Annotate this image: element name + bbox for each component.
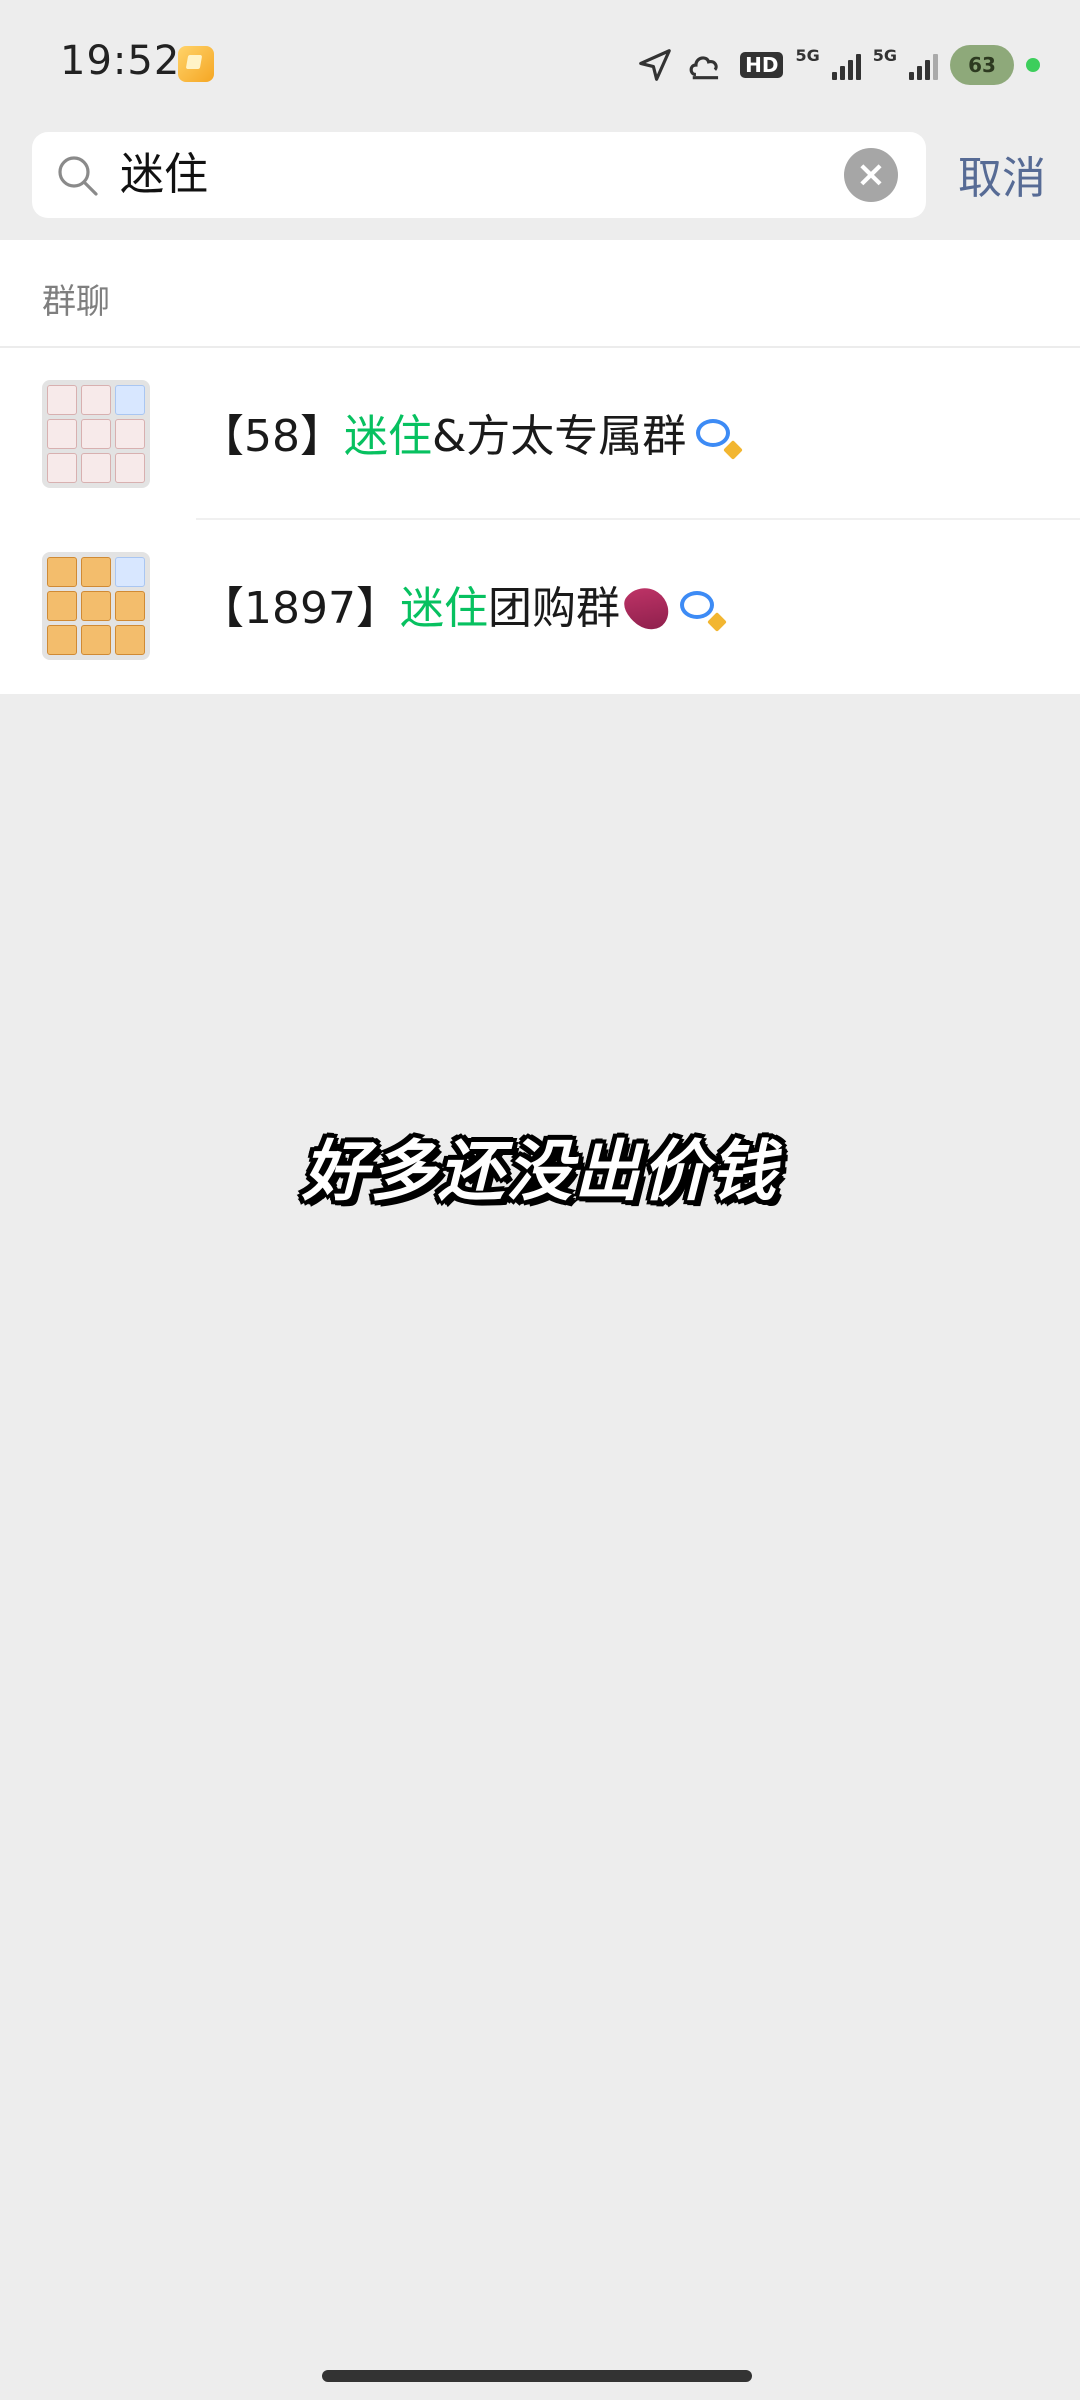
- hd-icon: HD: [740, 52, 784, 78]
- search-box[interactable]: 迷住: [32, 132, 926, 218]
- list-item[interactable]: 【58】迷住&方太专属群: [0, 348, 1080, 520]
- status-time: 19:52: [60, 38, 181, 84]
- section-header-group-chats: 群聊: [42, 282, 110, 322]
- group-title-highlight: 迷住: [344, 411, 432, 462]
- cloud-sync-icon: [689, 56, 719, 80]
- search-results: 群聊 【58】迷住&方太专属群 【1897】迷住团购群: [0, 240, 1080, 694]
- home-indicator[interactable]: [322, 2370, 752, 2382]
- sweet-potato-emoji-icon: [617, 579, 677, 637]
- avatar: [42, 552, 150, 660]
- group-title: 【58】迷住&方太专属群: [200, 400, 744, 464]
- ai-chat-icon: [679, 589, 727, 632]
- ai-chat-icon: [696, 417, 744, 460]
- avatar: [42, 380, 150, 488]
- group-title-suffix: 团购群: [487, 583, 620, 634]
- battery-icon: 63: [950, 45, 1014, 85]
- list-item[interactable]: 【1897】迷住团购群: [0, 520, 1080, 692]
- group-title-prefix: 【58】: [200, 411, 344, 462]
- group-title-highlight: 迷住: [399, 583, 488, 634]
- cancel-button[interactable]: 取消: [958, 142, 1046, 206]
- search-input[interactable]: 迷住: [120, 132, 820, 218]
- location-arrow-icon: [639, 49, 671, 81]
- signal-icon-2: [909, 50, 938, 80]
- notes-app-icon: [178, 46, 214, 82]
- group-title-prefix: 【1897】: [200, 583, 400, 634]
- battery-level: 63: [968, 53, 996, 77]
- status-bar: 19:52 HD 5G 5G 63: [0, 0, 1080, 130]
- privacy-indicator-dot: [1026, 58, 1040, 72]
- group-title: 【1897】迷住团购群: [200, 572, 727, 637]
- video-caption: 好多还没出价钱: [302, 1133, 778, 1210]
- network-type-label: 5G: [795, 45, 820, 65]
- status-indicators: HD 5G 5G 63: [636, 40, 1040, 90]
- signal-icon: [831, 50, 861, 80]
- network-type-label-2: 5G: [872, 45, 897, 65]
- search-icon: [58, 156, 98, 196]
- group-title-suffix: &方太专属群: [432, 411, 687, 462]
- clear-search-icon[interactable]: ×: [844, 148, 898, 202]
